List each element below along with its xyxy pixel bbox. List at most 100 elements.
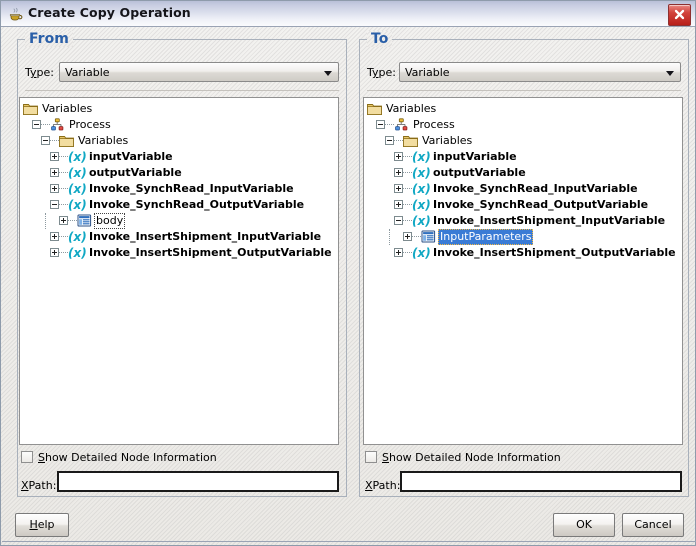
tree-guide (367, 197, 376, 213)
to-show-detailed-node-info-checkbox[interactable] (365, 451, 377, 463)
tree-node[interactable]: (x) Invoke_SynchRead_OutputVariable (367, 197, 682, 213)
tree-node-label: InputParameters (438, 229, 534, 245)
from-type-combobox[interactable]: Variable (59, 62, 339, 82)
variable-icon: (x) (412, 166, 431, 180)
tree-expand-toggle[interactable] (50, 168, 59, 177)
dialog-window: Create Copy Operation From Type: Variabl… (0, 0, 696, 546)
tree-connector (403, 213, 412, 229)
tree-connector (394, 133, 403, 149)
cancel-button[interactable]: Cancel (622, 513, 684, 537)
tree-node[interactable]: Process (367, 117, 682, 133)
from-show-detailed-node-info-row[interactable]: Show Detailed Node Information (21, 451, 217, 464)
tree-node-label: Variables (422, 134, 473, 147)
to-type-combobox[interactable]: Variable (399, 62, 681, 82)
tree-expand-toggle[interactable] (50, 184, 59, 193)
tree-node[interactable]: Process (23, 117, 338, 133)
tree-node[interactable]: (x) Invoke_InsertShipment_OutputVariable (367, 245, 682, 261)
tree-guide (32, 197, 41, 213)
tree-node[interactable]: (x) Invoke_InsertShipment_InputVariable (367, 213, 682, 229)
tree-guide (32, 165, 41, 181)
tree-node[interactable]: (x) Invoke_SynchRead_InputVariable (367, 181, 682, 197)
from-type-label: Type: (25, 66, 54, 79)
process-icon (394, 118, 409, 132)
tree-guide (32, 213, 41, 229)
tree-connector (41, 117, 50, 133)
to-xpath-field[interactable] (400, 471, 682, 492)
tree-expand-toggle[interactable] (59, 216, 68, 225)
tree-node[interactable]: Variables (367, 133, 682, 149)
tree-collapse-toggle[interactable] (385, 136, 394, 145)
title-bar[interactable]: Create Copy Operation (1, 1, 695, 27)
to-variable-tree[interactable]: Variables Process Variables (x) inputVariabl… (363, 97, 683, 445)
tree-connector (68, 213, 77, 229)
tree-node-label: Invoke_InsertShipment_OutputVariable (433, 246, 676, 259)
folder-icon (23, 102, 38, 116)
tree-node[interactable]: (x) Invoke_InsertShipment_InputVariable (23, 229, 338, 245)
from-variable-tree[interactable]: Variables Process Variables (x) inputVariabl… (19, 97, 339, 445)
tree-collapse-toggle[interactable] (41, 136, 50, 145)
tree-node[interactable]: (x) outputVariable (367, 165, 682, 181)
from-xpath-input[interactable] (59, 473, 337, 490)
tree-expand-toggle[interactable] (394, 248, 403, 257)
tree-expand-toggle[interactable] (394, 200, 403, 209)
variable-icon: (x) (412, 246, 431, 260)
tree-expand-toggle[interactable] (403, 232, 412, 241)
tree-node-label: body (94, 213, 126, 229)
tree-connector (403, 245, 412, 261)
tree-connector (59, 197, 68, 213)
tree-node[interactable]: Variables (23, 133, 338, 149)
tree-node-label: outputVariable (89, 166, 182, 179)
to-xpath-label: XPath: (365, 479, 401, 492)
folder-icon (367, 102, 382, 116)
tree-collapse-toggle[interactable] (32, 120, 41, 129)
tree-node[interactable]: (x) inputVariable (367, 149, 682, 165)
tree-node[interactable]: Variables (367, 101, 682, 117)
tree-node[interactable]: InputParameters (367, 229, 682, 245)
tree-expand-toggle[interactable] (394, 168, 403, 177)
tree-guide (23, 149, 32, 165)
tree-expand-toggle[interactable] (394, 184, 403, 193)
tree-node[interactable]: (x) Invoke_SynchRead_InputVariable (23, 181, 338, 197)
tree-expand-toggle[interactable] (50, 248, 59, 257)
tree-collapse-toggle[interactable] (394, 216, 403, 225)
tree-connector (59, 149, 68, 165)
bottom-divider (2, 541, 696, 542)
tree-node[interactable]: Variables (23, 101, 338, 117)
tree-expand-toggle[interactable] (394, 152, 403, 161)
tree-expand-toggle[interactable] (50, 232, 59, 241)
tree-collapse-toggle[interactable] (376, 120, 385, 129)
tree-node[interactable]: (x) Invoke_InsertShipment_OutputVariable (23, 245, 338, 261)
tree-collapse-toggle[interactable] (50, 200, 59, 209)
from-show-detailed-node-info-checkbox[interactable] (21, 451, 33, 463)
variable-icon: (x) (68, 246, 87, 260)
help-button[interactable]: Help (15, 513, 69, 537)
ok-button[interactable]: OK (553, 513, 615, 537)
tree-guide (376, 245, 385, 261)
to-xpath-input[interactable] (402, 473, 680, 490)
tree-guide (41, 213, 50, 229)
variable-icon: (x) (68, 182, 87, 196)
tree-node-label: Invoke_SynchRead_OutputVariable (433, 198, 649, 211)
tree-node[interactable]: (x) outputVariable (23, 165, 338, 181)
chevron-down-icon (324, 71, 332, 76)
tree-node[interactable]: (x) inputVariable (23, 149, 338, 165)
tree-connector (403, 197, 412, 213)
tree-node[interactable]: (x) Invoke_SynchRead_OutputVariable (23, 197, 338, 213)
tree-node[interactable]: body (23, 213, 338, 229)
tree-guide (32, 149, 41, 165)
from-xpath-field[interactable] (57, 471, 339, 492)
tree-guide (376, 149, 385, 165)
to-show-detailed-node-info-row[interactable]: Show Detailed Node Information (365, 451, 561, 464)
close-icon[interactable] (668, 4, 691, 26)
tree-expand-toggle[interactable] (50, 152, 59, 161)
to-type-value: Variable (405, 66, 450, 79)
variable-icon: (x) (412, 182, 431, 196)
